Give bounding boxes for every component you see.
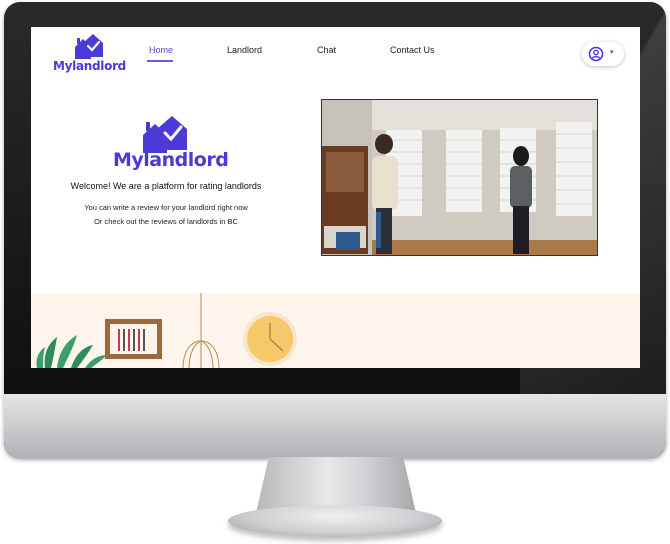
nav-landlord[interactable]: Landlord: [227, 45, 262, 55]
brand-name: Mylandlord: [53, 59, 126, 73]
welcome-heading: Welcome! We are a platform for rating la…: [70, 181, 262, 191]
picture-frame-icon: [105, 319, 162, 359]
room-illustration: [36, 293, 297, 368]
hero-logo: Mylandlord: [113, 115, 229, 175]
nav-landlord-label: Landlord: [227, 45, 263, 55]
two-people-room-photo: [322, 100, 597, 255]
nav-home-label: Home: [149, 45, 174, 55]
user-circle-icon: [588, 46, 604, 62]
chevron-down-icon: ▾: [610, 49, 614, 56]
wall-clock-icon: [243, 312, 297, 366]
monitor-chin: [4, 394, 666, 458]
website-screen: Mylandlord Home Landlord Chat Contact Us…: [31, 27, 640, 368]
pendant-lamp-icon: [182, 293, 220, 368]
nav-chat-label: Chat: [317, 45, 337, 55]
monitor-stand-base: [228, 505, 442, 537]
nav-contact-us-label: Contact Us: [390, 45, 435, 55]
hero-logo-text: Mylandlord: [113, 149, 229, 171]
house-check-icon: [75, 34, 103, 59]
hero-line-2: Or check out the reviews of landlords in…: [94, 217, 238, 226]
nav-chat[interactable]: Chat: [317, 45, 336, 55]
nav-home[interactable]: Home: [147, 45, 174, 62]
plant-icon: [36, 335, 107, 368]
user-menu-button[interactable]: ▾: [582, 42, 624, 66]
site-header: Mylandlord Home Landlord Chat Contact Us…: [31, 27, 640, 83]
nav-contact-us[interactable]: Contact Us: [390, 45, 435, 55]
hero-line-1: You can write a review for your landlord…: [84, 203, 248, 212]
intro-video[interactable]: [321, 99, 598, 256]
brand-logo[interactable]: Mylandlord: [53, 33, 126, 75]
nav-active-underline: [147, 60, 173, 62]
illustration-banner: [31, 293, 640, 368]
